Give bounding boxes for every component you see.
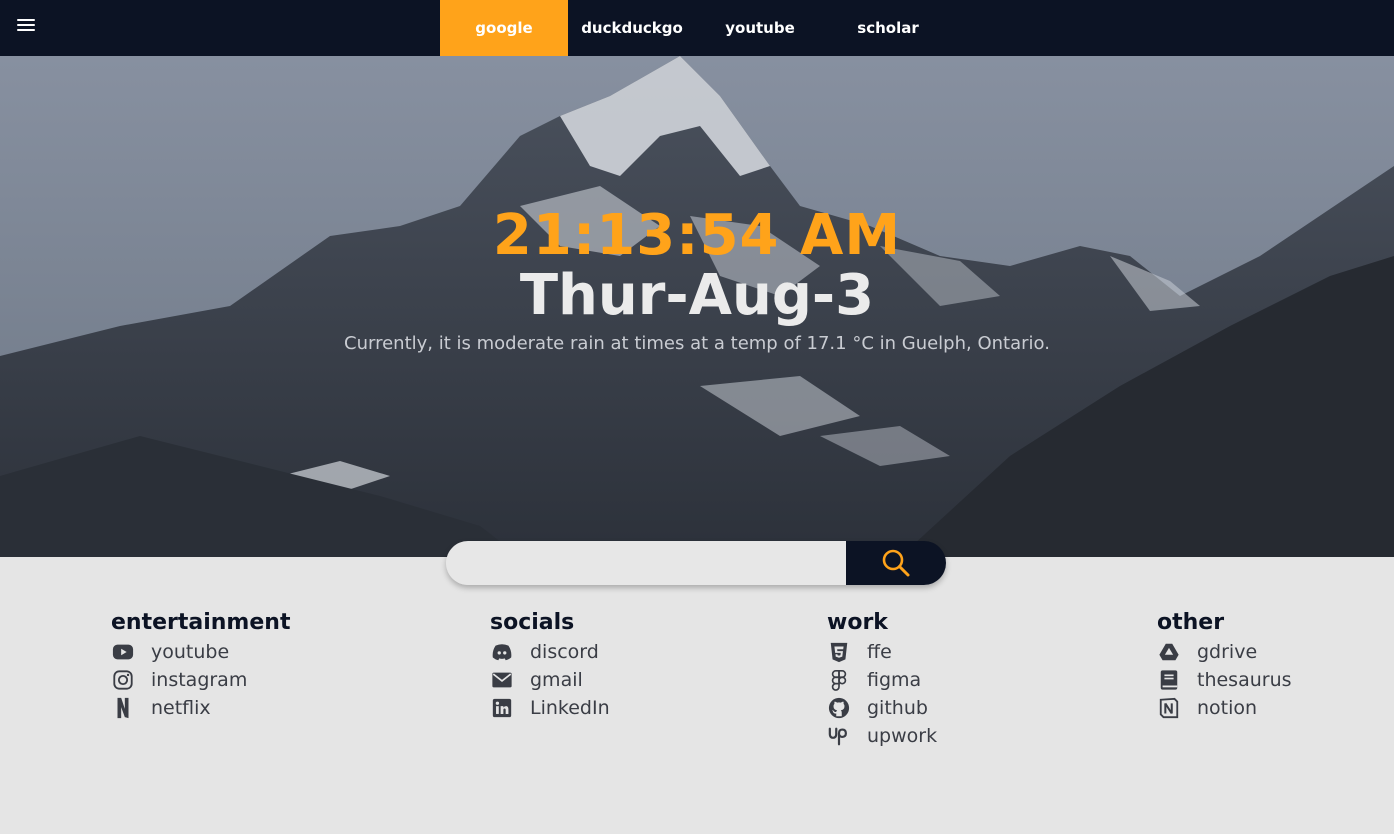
search-bar — [446, 541, 946, 585]
link-label: gmail — [530, 669, 583, 691]
figma-icon — [827, 668, 851, 692]
link-label: upwork — [867, 725, 938, 747]
link-notion[interactable]: notion — [1157, 694, 1292, 722]
search-engine-tabs: google duckduckgo youtube scholar — [440, 0, 952, 56]
search-button[interactable] — [846, 541, 946, 585]
category-other: other gdrive thesaurus notion — [1157, 608, 1292, 722]
link-label: discord — [530, 641, 599, 663]
linkedin-icon — [490, 696, 514, 720]
notion-icon — [1157, 696, 1181, 720]
link-thesaurus[interactable]: thesaurus — [1157, 666, 1292, 694]
tab-google[interactable]: google — [440, 0, 568, 56]
hero-banner: 21:13:54 AM Thur-Aug-3 Currently, it is … — [0, 56, 1394, 557]
link-label: LinkedIn — [530, 697, 610, 719]
category-title: socials — [490, 610, 575, 635]
current-date: Thur-Aug-3 — [519, 263, 875, 328]
link-label: notion — [1197, 697, 1258, 719]
link-linkedin[interactable]: LinkedIn — [490, 694, 610, 722]
link-label: thesaurus — [1197, 669, 1292, 691]
link-ffe[interactable]: ffe — [827, 638, 937, 666]
upwork-icon — [827, 724, 851, 748]
youtube-icon — [111, 640, 135, 664]
link-discord[interactable]: discord — [490, 638, 610, 666]
category-socials: socials discord gmail LinkedIn — [490, 608, 610, 722]
category-title: entertainment — [111, 610, 291, 635]
css3-icon — [827, 640, 851, 664]
link-github[interactable]: github — [827, 694, 937, 722]
link-gmail[interactable]: gmail — [490, 666, 610, 694]
github-icon — [827, 696, 851, 720]
link-figma[interactable]: figma — [827, 666, 937, 694]
link-label: gdrive — [1197, 641, 1258, 663]
link-gdrive[interactable]: gdrive — [1157, 638, 1292, 666]
mail-icon — [490, 668, 514, 692]
hamburger-menu-icon[interactable] — [17, 16, 41, 38]
link-instagram[interactable]: instagram — [111, 666, 290, 694]
link-label: figma — [867, 669, 922, 691]
book-icon — [1157, 668, 1181, 692]
category-title: other — [1157, 610, 1225, 635]
link-netflix[interactable]: netflix — [111, 694, 290, 722]
netflix-icon — [111, 696, 135, 720]
link-upwork[interactable]: upwork — [827, 722, 937, 750]
tab-youtube[interactable]: youtube — [696, 0, 824, 56]
link-label: github — [867, 697, 928, 719]
link-label: instagram — [151, 669, 248, 691]
discord-icon — [490, 640, 514, 664]
category-title: work — [827, 610, 888, 635]
category-entertainment: entertainment youtube instagram netflix — [111, 608, 290, 722]
tab-scholar[interactable]: scholar — [824, 0, 952, 56]
link-label: youtube — [151, 641, 230, 663]
search-icon — [882, 549, 910, 577]
category-work: work ffe figma github upwork — [827, 608, 937, 750]
tab-duckduckgo[interactable]: duckduckgo — [568, 0, 696, 56]
clock-time: 21:13:54 AM — [492, 203, 902, 268]
link-label: ffe — [867, 641, 892, 663]
link-label: netflix — [151, 697, 211, 719]
top-nav-bar: google duckduckgo youtube scholar — [0, 0, 1394, 56]
instagram-icon — [111, 668, 135, 692]
search-input[interactable] — [446, 541, 846, 585]
weather-summary: Currently, it is moderate rain at times … — [344, 333, 1050, 354]
link-youtube[interactable]: youtube — [111, 638, 290, 666]
google-drive-icon — [1157, 640, 1181, 664]
